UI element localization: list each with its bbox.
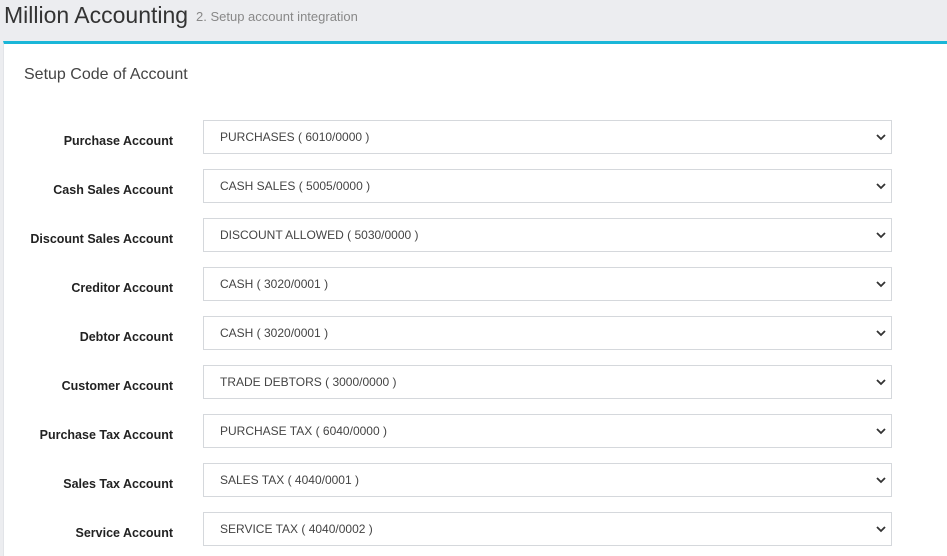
service-account-value: SERVICE TAX ( 4040/0002 ) <box>220 522 373 536</box>
debtor-account-value: CASH ( 3020/0001 ) <box>220 326 329 340</box>
creditor-account-value: CASH ( 3020/0001 ) <box>220 277 329 291</box>
step-subtitle: 2. Setup account integration <box>196 9 358 24</box>
discount-sales-account-select[interactable]: DISCOUNT ALLOWED ( 5030/0000 ) <box>203 218 892 252</box>
purchase-tax-account-label: Purchase Tax Account <box>39 428 173 442</box>
customer-account-value: TRADE DEBTORS ( 3000/0000 ) <box>220 375 397 389</box>
chevron-down-icon <box>876 183 886 190</box>
discount-sales-account-label: Discount Sales Account <box>30 232 173 246</box>
setup-panel: Setup Code of Account Purchase Account P… <box>3 41 947 556</box>
sales-tax-account-value: SALES TAX ( 4040/0001 ) <box>220 473 359 487</box>
debtor-account-select[interactable]: CASH ( 3020/0001 ) <box>203 316 892 350</box>
panel-title: Setup Code of Account <box>24 66 188 83</box>
service-account-label: Service Account <box>75 526 174 540</box>
chevron-down-icon <box>876 379 886 386</box>
purchase-account-label: Purchase Account <box>63 134 173 148</box>
service-account-select[interactable]: SERVICE TAX ( 4040/0002 ) <box>203 512 892 546</box>
cash-sales-account-value: CASH SALES ( 5005/0000 ) <box>220 179 371 193</box>
chevron-down-icon <box>876 281 886 288</box>
sales-tax-account-label: Sales Tax Account <box>63 477 173 491</box>
customer-account-select[interactable]: TRADE DEBTORS ( 3000/0000 ) <box>203 365 892 399</box>
chevron-down-icon <box>876 477 886 484</box>
purchase-account-select[interactable]: PURCHASES ( 6010/0000 ) <box>203 120 892 154</box>
chevron-down-icon <box>876 330 886 337</box>
chevron-down-icon <box>876 526 886 533</box>
creditor-account-label: Creditor Account <box>71 281 173 295</box>
cash-sales-account-label: Cash Sales Account <box>53 183 173 197</box>
chevron-down-icon <box>876 428 886 435</box>
customer-account-label: Customer Account <box>61 379 173 393</box>
purchase-tax-account-select[interactable]: PURCHASE TAX ( 6040/0000 ) <box>203 414 892 448</box>
creditor-account-select[interactable]: CASH ( 3020/0001 ) <box>203 267 892 301</box>
chevron-down-icon <box>876 134 886 141</box>
sales-tax-account-select[interactable]: SALES TAX ( 4040/0001 ) <box>203 463 892 497</box>
debtor-account-label: Debtor Account <box>79 330 173 344</box>
purchase-tax-account-value: PURCHASE TAX ( 6040/0000 ) <box>220 424 387 438</box>
chevron-down-icon <box>876 232 886 239</box>
discount-sales-account-value: DISCOUNT ALLOWED ( 5030/0000 ) <box>220 228 419 242</box>
purchase-account-value: PURCHASES ( 6010/0000 ) <box>220 130 370 144</box>
cash-sales-account-select[interactable]: CASH SALES ( 5005/0000 ) <box>203 169 892 203</box>
app-title: Million Accounting <box>4 2 189 28</box>
app-header: Million Accounting 2. Setup account inte… <box>0 0 947 41</box>
